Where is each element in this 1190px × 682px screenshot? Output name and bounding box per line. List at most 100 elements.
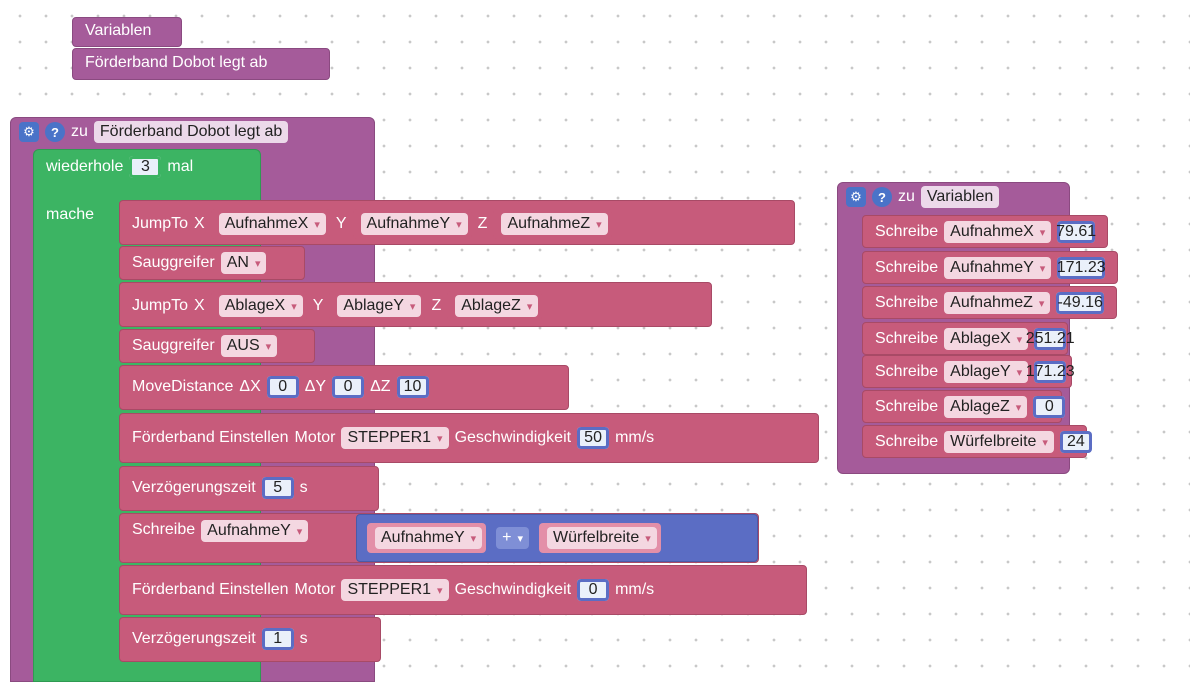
math-operator-label: + xyxy=(502,529,512,546)
repeat-count[interactable]: 3 xyxy=(129,156,162,178)
schreibe-var-dropdown[interactable]: Würfelbreite xyxy=(944,431,1054,453)
jumpto-2-y-var[interactable]: AblageY xyxy=(337,295,422,317)
procedure-main-name[interactable]: Förderband Dobot legt ab xyxy=(93,121,289,143)
jumpto-1-y-socket: AufnahmeY xyxy=(352,209,472,239)
sauggreifer-block-2[interactable]: Sauggreifer AUS xyxy=(119,329,315,363)
jumpto-2-x-var[interactable]: AblageX xyxy=(218,295,303,317)
foerderband-1-speed-value[interactable]: 50 xyxy=(577,427,610,449)
help-icon[interactable]: ? xyxy=(872,187,892,207)
schreibe-var-block[interactable]: Schreibe AblageX251.21 xyxy=(862,322,1075,355)
schreibe-var-value[interactable]: -49.16 xyxy=(1056,292,1104,314)
verzoegerung-block-1[interactable]: Verzögerungszeit 5 s xyxy=(119,466,379,511)
chevron-down-icon: ▾ xyxy=(517,532,524,545)
call-foerderband-label: Förderband Dobot legt ab xyxy=(85,54,268,71)
verzoegerung-1-label: Verzögerungszeit xyxy=(132,479,256,496)
verzoegerung-1-unit: s xyxy=(299,479,308,496)
math-a-var[interactable]: AufnahmeY xyxy=(375,527,483,549)
verzoegerung-2-label: Verzögerungszeit xyxy=(132,630,256,647)
verzoegerung-block-2[interactable]: Verzögerungszeit 1 s xyxy=(119,617,381,662)
schreibe-var-dropdown[interactable]: AblageX xyxy=(944,328,1029,350)
foerderband-2-motor-label: Motor xyxy=(294,581,336,598)
schreibe-var-value[interactable]: 24 xyxy=(1059,431,1092,453)
jumpto-1-x-label: X xyxy=(194,215,205,232)
math-block[interactable]: AufnahmeY +▾ Würfelbreite xyxy=(356,514,758,562)
sauggreifer-1-dropdown[interactable]: AN xyxy=(220,252,267,274)
foerderband-2-speed-value[interactable]: 0 xyxy=(577,579,610,601)
foerderband-1-speed-label: Geschwindigkeit xyxy=(454,429,572,446)
math-operator-dropdown[interactable]: + ▾ xyxy=(496,527,530,549)
movedistance-dy-value[interactable]: 0 xyxy=(332,376,365,398)
help-icon[interactable]: ? xyxy=(45,122,65,142)
sauggreifer-2-label: Sauggreifer xyxy=(132,337,215,354)
foerderband-1-label: Förderband Einstellen xyxy=(132,429,289,446)
schreibe-var-label: Schreibe xyxy=(875,330,939,347)
procedure-variablen-name[interactable]: Variablen xyxy=(920,186,1000,208)
jumpto-1-z-socket: AufnahmeZ xyxy=(493,209,612,239)
schreibe-var-block[interactable]: Schreibe AufnahmeY171.23 xyxy=(862,251,1118,284)
movedistance-dz-value[interactable]: 10 xyxy=(396,376,429,398)
schreibe-var-label: Schreibe xyxy=(875,433,939,450)
schreibe-var-dropdown[interactable]: AblageZ xyxy=(944,396,1028,418)
jumpto-2-z-var[interactable]: AblageZ xyxy=(455,295,539,317)
schreibe-var-block[interactable]: Schreibe AblageZ0 xyxy=(862,390,1066,423)
jumpto-block-2[interactable]: JumpTo X AblageX Y AblageY Z AblageZ xyxy=(119,282,712,327)
jumpto-1-y-var[interactable]: AufnahmeY xyxy=(360,213,468,235)
schreibe-var-value[interactable]: 171.23 xyxy=(1026,361,1075,383)
schreibe-var-label: Schreibe xyxy=(875,259,939,276)
schreibe-main-block[interactable]: Schreibe AufnahmeY AufnahmeY +▾ Würfelbr… xyxy=(119,513,759,563)
schreibe-var-block[interactable]: Schreibe AufnahmeX79.61 xyxy=(862,215,1108,248)
schreibe-main-label: Schreibe xyxy=(132,521,196,538)
repeat-mache: mache xyxy=(46,206,95,223)
call-foerderband-block[interactable]: Förderband Dobot legt ab xyxy=(72,48,330,80)
call-variablen-label: Variablen xyxy=(85,22,152,39)
math-a-socket: AufnahmeY xyxy=(367,523,487,553)
jumpto-2-x-label: X xyxy=(194,297,205,314)
schreibe-main-var-dropdown[interactable]: AufnahmeY xyxy=(201,520,309,542)
foerderband-1-unit: mm/s xyxy=(615,429,655,446)
movedistance-block[interactable]: MoveDistance ΔX 0 ΔY 0 ΔZ 10 xyxy=(119,365,569,410)
schreibe-var-block[interactable]: Schreibe AblageY171.23 xyxy=(862,355,1075,388)
schreibe-var-value[interactable]: 251.21 xyxy=(1026,328,1075,350)
repeat-label: wiederhole xyxy=(46,158,124,175)
verzoegerung-2-value[interactable]: 1 xyxy=(261,628,294,650)
schreibe-var-dropdown[interactable]: AufnahmeX xyxy=(944,221,1052,243)
call-variablen-block[interactable]: Variablen xyxy=(72,17,182,47)
jumpto-1-label: JumpTo xyxy=(132,215,189,232)
schreibe-var-block[interactable]: Schreibe AufnahmeZ-49.16 xyxy=(862,286,1117,319)
schreibe-var-value[interactable]: 171.23 xyxy=(1057,257,1106,279)
jumpto-1-x-var[interactable]: AufnahmeX xyxy=(218,213,326,235)
jumpto-2-z-socket: AblageZ xyxy=(447,291,543,321)
movedistance-dx-label: ΔX xyxy=(239,378,261,395)
foerderband-block-2[interactable]: Förderband Einstellen Motor STEPPER1 Ges… xyxy=(119,565,807,615)
foerderband-2-label: Förderband Einstellen xyxy=(132,581,289,598)
schreibe-var-value[interactable]: 0 xyxy=(1033,396,1066,418)
jumpto-2-x-socket: AblageX xyxy=(210,291,307,321)
verzoegerung-2-unit: s xyxy=(299,630,308,647)
schreibe-var-dropdown[interactable]: AblageY xyxy=(944,361,1029,383)
jumpto-1-y-label: Y xyxy=(335,215,347,232)
foerderband-2-motor-dropdown[interactable]: STEPPER1 xyxy=(341,579,449,601)
procedure-variablen-zu: zu xyxy=(898,188,915,205)
jumpto-2-y-label: Y xyxy=(312,297,324,314)
verzoegerung-1-value[interactable]: 5 xyxy=(261,477,294,499)
schreibe-var-label: Schreibe xyxy=(875,398,939,415)
schreibe-var-label: Schreibe xyxy=(875,294,939,311)
foerderband-1-motor-dropdown[interactable]: STEPPER1 xyxy=(341,427,449,449)
jumpto-1-z-label: Z xyxy=(477,215,488,232)
gear-icon[interactable]: ⚙ xyxy=(19,122,39,142)
gear-icon[interactable]: ⚙ xyxy=(846,187,866,207)
sauggreifer-block-1[interactable]: Sauggreifer AN xyxy=(119,246,305,280)
schreibe-var-dropdown[interactable]: AufnahmeY xyxy=(944,257,1052,279)
movedistance-dz-label: ΔZ xyxy=(370,378,391,395)
foerderband-block-1[interactable]: Förderband Einstellen Motor STEPPER1 Ges… xyxy=(119,413,819,463)
math-b-var[interactable]: Würfelbreite xyxy=(547,527,657,549)
schreibe-var-dropdown[interactable]: AufnahmeZ xyxy=(944,292,1051,314)
schreibe-var-block[interactable]: Schreibe Würfelbreite24 xyxy=(862,425,1092,458)
movedistance-dx-value[interactable]: 0 xyxy=(266,376,299,398)
foerderband-2-unit: mm/s xyxy=(615,581,655,598)
jumpto-block-1[interactable]: JumpTo X AufnahmeX Y AufnahmeY Z Aufnahm… xyxy=(119,200,795,245)
sauggreifer-1-label: Sauggreifer xyxy=(132,254,215,271)
sauggreifer-2-dropdown[interactable]: AUS xyxy=(220,335,278,357)
schreibe-var-value[interactable]: 79.61 xyxy=(1056,221,1096,243)
jumpto-1-z-var[interactable]: AufnahmeZ xyxy=(501,213,608,235)
